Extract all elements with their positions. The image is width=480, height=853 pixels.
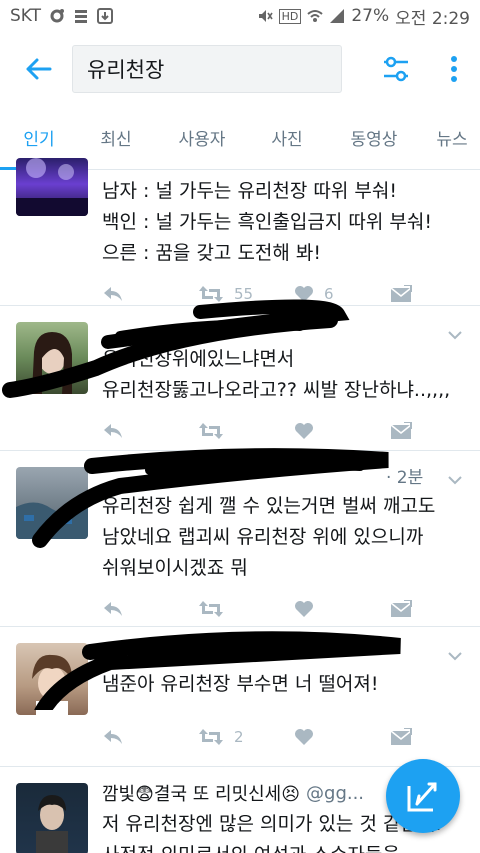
author-name: 깜빛😨결국 또 리밋신세😣 <box>102 784 301 805</box>
tweet-item[interactable]: 유리천장위에있느냐면서 유리천장뚫고나오라고?? 씨발 장난하냐..,,,, <box>0 306 480 451</box>
retweet-button[interactable]: 2 <box>198 728 294 746</box>
tab-videos[interactable]: 동영상 <box>324 105 424 169</box>
more-vertical-icon[interactable] <box>450 56 458 82</box>
stack-icon <box>75 10 88 23</box>
envelope-icon <box>390 728 412 745</box>
reply-button[interactable] <box>102 285 198 303</box>
tab-photos[interactable]: 사진 <box>250 105 324 169</box>
battery-percent: 27% <box>351 6 390 26</box>
envelope-icon <box>390 422 412 439</box>
heart-icon <box>295 601 313 617</box>
retweet-count: 55 <box>234 285 254 303</box>
envelope-icon <box>390 600 412 617</box>
reply-button[interactable] <box>102 728 198 746</box>
tweet-actions <box>102 406 480 456</box>
dm-button[interactable] <box>390 422 412 440</box>
retweet-icon <box>199 286 223 302</box>
tab-people[interactable]: 사용자 <box>154 105 250 169</box>
download-icon <box>97 8 114 24</box>
concert-image <box>16 158 88 216</box>
tab-latest[interactable]: 최신 <box>78 105 154 169</box>
retweet-count: 2 <box>234 728 244 746</box>
ring-icon <box>50 9 65 23</box>
reply-icon <box>104 287 122 301</box>
avatar[interactable] <box>16 158 88 216</box>
tweet-text: 남자 : 널 가두는 유리천장 따위 부숴! 백인 : 널 가두는 흑인출입금지… <box>102 180 432 264</box>
tweet-item[interactable]: · 2분 유리천장 쉽게 깰 수 있는거면 벌써 깨고도 남았네요 랩괴씨 유리… <box>0 451 480 627</box>
retweet-button[interactable] <box>198 422 294 440</box>
search-input[interactable]: 유리천장 <box>72 45 342 93</box>
avatar[interactable] <box>16 467 88 539</box>
carrier-label: SKT <box>10 6 42 26</box>
avatar[interactable] <box>16 783 88 853</box>
compose-tweet-button[interactable] <box>386 759 460 833</box>
dm-button[interactable] <box>390 600 412 618</box>
retweet-icon <box>199 423 223 439</box>
like-button[interactable] <box>294 728 390 746</box>
search-toolbar: 유리천장 <box>0 32 480 106</box>
back-button[interactable] <box>20 51 56 87</box>
heart-icon <box>295 286 313 302</box>
portrait-image <box>32 332 72 394</box>
retweet-icon <box>199 729 223 745</box>
retweet-button[interactable]: 55 <box>198 285 294 303</box>
tweet-actions: 2 <box>102 712 480 762</box>
chevron-down-icon[interactable] <box>448 651 462 661</box>
search-query: 유리천장 <box>87 58 165 82</box>
tweet-header: · 2분 <box>102 459 480 491</box>
dm-button[interactable] <box>390 285 412 303</box>
filter-sliders-icon[interactable] <box>382 56 410 82</box>
avatar[interactable] <box>16 643 88 715</box>
tweet-item[interactable]: 냄준아 유리천장 부수면 너 떨어져! 2 <box>0 627 480 767</box>
reply-button[interactable] <box>102 422 198 440</box>
chevron-down-icon[interactable] <box>448 475 462 485</box>
tweet-text: 냄준아 유리천장 부수면 너 떨어져! <box>102 673 379 695</box>
heart-icon <box>295 423 313 439</box>
dm-button[interactable] <box>390 728 412 746</box>
reply-button[interactable] <box>102 600 198 618</box>
arrow-left-icon <box>26 58 52 80</box>
wifi-icon <box>307 10 323 22</box>
mute-icon <box>258 10 273 22</box>
retweet-button[interactable] <box>198 600 294 618</box>
signal-icon <box>330 9 345 23</box>
reply-icon <box>104 424 122 438</box>
compose-icon <box>407 782 437 812</box>
author-handle: @gg... <box>306 782 365 804</box>
avatar[interactable] <box>16 322 88 394</box>
hd-voice-badge: HD <box>278 8 302 24</box>
status-bar: SKT HD 27% 오전 2:29 <box>0 0 480 32</box>
like-button[interactable] <box>294 600 390 618</box>
like-button[interactable] <box>294 422 390 440</box>
reply-icon <box>104 602 122 616</box>
portrait-image <box>36 795 68 853</box>
reply-icon <box>104 730 122 744</box>
tweet-item[interactable]: 남자 : 널 가두는 유리천장 따위 부숴! 백인 : 널 가두는 흑인출입금지… <box>0 158 480 306</box>
tweet-text: 유리천장위에있느냐면서 유리천장뚫고나오라고?? 씨발 장난하냐..,,,, <box>102 348 451 401</box>
chevron-down-icon[interactable] <box>448 330 462 340</box>
tab-news[interactable]: 뉴스 <box>424 105 480 169</box>
envelope-icon <box>390 285 412 302</box>
landscape-image <box>16 502 88 539</box>
tweet-time: · 2분 <box>386 467 424 488</box>
tweet-text: 유리천장 쉽게 깰 수 있는거면 벌써 깨고도 남았네요 랩괴씨 유리천장 위에… <box>102 495 436 579</box>
portrait-image <box>32 654 72 715</box>
clock: 오전 2:29 <box>395 8 470 29</box>
tweet-feed: 남자 : 널 가두는 유리천장 따위 부숴! 백인 : 널 가두는 흑인출입금지… <box>0 158 480 853</box>
like-count: 6 <box>324 285 334 303</box>
retweet-icon <box>199 601 223 617</box>
heart-icon <box>295 729 313 745</box>
like-button[interactable]: 6 <box>294 285 390 303</box>
